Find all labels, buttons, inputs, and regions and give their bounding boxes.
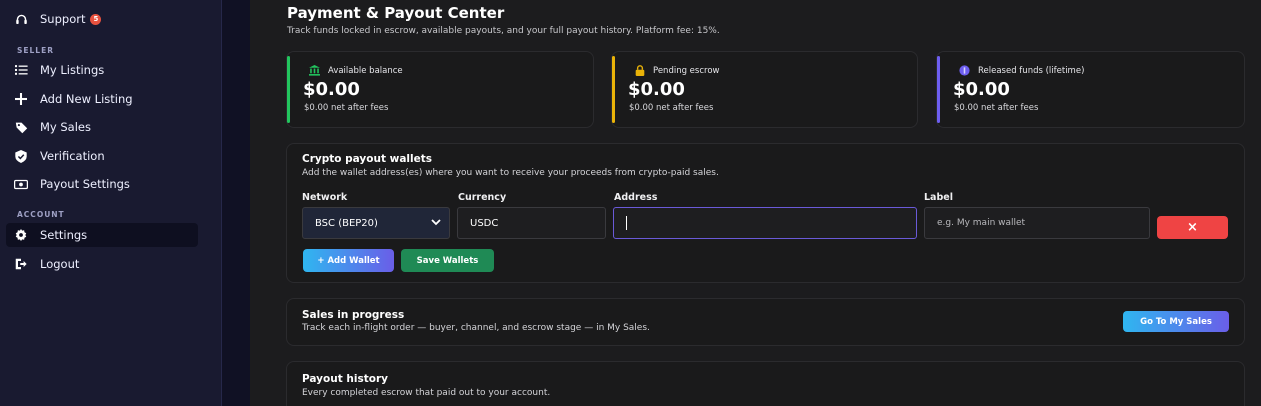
sidebar-gutter (222, 0, 250, 406)
label-placeholder: e.g. My main wallet (937, 218, 1026, 228)
currency-field[interactable]: USDC (457, 207, 606, 239)
stat-card-released-funds: Released funds (lifetime) $0.00 $0.00 ne… (936, 51, 1245, 128)
sidebar-item-label: Verification (40, 149, 105, 163)
history-title: Payout history (302, 373, 388, 385)
logout-icon (14, 257, 28, 271)
stat-label-text: Released funds (lifetime) (978, 65, 1085, 76)
sidebar-item-verification[interactable]: Verification (6, 144, 198, 168)
text-caret (626, 216, 627, 230)
label-input[interactable]: e.g. My main wallet (924, 207, 1150, 239)
sidebar-item-settings[interactable]: Settings (6, 223, 198, 247)
notification-badge: 5 (90, 13, 102, 25)
sidebar-item-label: Add New Listing (40, 92, 133, 106)
currency-label: Currency (458, 192, 507, 203)
network-select[interactable]: BSC (BEP20) (302, 207, 450, 239)
sidebar-item-logout[interactable]: Logout (6, 252, 198, 276)
bank-icon (309, 65, 320, 76)
sidebar-item-add-new-listing[interactable]: Add New Listing (6, 87, 198, 111)
go-to-my-sales-button[interactable]: Go To My Sales (1123, 311, 1229, 332)
stat-net: $0.00 net after fees (629, 103, 714, 113)
sidebar-item-label: My Sales (40, 120, 91, 134)
stat-label: Released funds (lifetime) (959, 65, 1084, 76)
list-icon (14, 63, 28, 77)
stat-card-available-balance: Available balance $0.00 $0.00 net after … (286, 51, 594, 128)
plus-icon (14, 92, 28, 106)
wallets-subtitle: Add the wallet address(es) where you wan… (302, 168, 719, 178)
stat-net: $0.00 net after fees (954, 103, 1039, 113)
sidebar-section-seller: SELLER (17, 46, 54, 55)
address-label: Address (614, 192, 658, 203)
sidebar-item-label: Payout Settings (40, 177, 130, 191)
chevron-down-icon (431, 218, 441, 229)
coin-icon (959, 65, 970, 76)
page-title: Payment & Payout Center (287, 4, 505, 22)
sidebar-item-my-sales[interactable]: My Sales (6, 115, 198, 139)
card-accent-bar (612, 56, 615, 123)
page-subtitle: Track funds locked in escrow, available … (287, 26, 720, 36)
save-wallets-button[interactable]: Save Wallets (401, 249, 494, 272)
stat-value: $0.00 (953, 79, 1010, 100)
stat-net: $0.00 net after fees (304, 103, 389, 113)
stat-label-text: Pending escrow (653, 65, 720, 76)
card-accent-bar (287, 56, 290, 123)
label-label: Label (924, 192, 953, 203)
payout-history-card (286, 361, 1245, 406)
add-wallet-button[interactable]: + Add Wallet (303, 249, 394, 272)
sales-title: Sales in progress (302, 309, 405, 321)
sidebar-item-label: Support (40, 12, 86, 26)
stat-label: Pending escrow (634, 65, 719, 76)
sidebar-item-label: My Listings (40, 63, 105, 77)
money-icon (14, 177, 28, 191)
sales-in-progress-card (286, 298, 1245, 346)
sidebar-item-payout-settings[interactable]: Payout Settings (6, 172, 198, 196)
stat-value: $0.00 (628, 79, 685, 100)
sidebar: Support 5 SELLER My Listings Add New Lis… (0, 0, 222, 406)
lock-icon (634, 65, 645, 76)
gear-icon (14, 228, 28, 242)
stat-card-pending-escrow: Pending escrow $0.00 $0.00 net after fee… (611, 51, 918, 128)
network-label: Network (302, 192, 348, 203)
tag-icon (14, 120, 28, 134)
card-accent-bar (937, 56, 940, 123)
sidebar-item-label: Settings (40, 228, 88, 242)
remove-wallet-button[interactable]: × (1157, 216, 1228, 239)
stat-value: $0.00 (303, 79, 360, 100)
stat-label: Available balance (309, 65, 403, 76)
stat-label-text: Available balance (328, 65, 403, 76)
network-select-value: BSC (BEP20) (315, 217, 378, 229)
headset-icon (14, 12, 28, 26)
sidebar-item-support[interactable]: Support 5 (6, 7, 198, 31)
currency-value: USDC (470, 217, 499, 229)
shield-check-icon (14, 149, 28, 163)
close-icon: × (1187, 220, 1198, 235)
sidebar-item-my-listings[interactable]: My Listings (6, 58, 198, 82)
main-content: Payment & Payout Center Track funds lock… (250, 0, 1261, 406)
sales-subtitle: Track each in-flight order — buyer, chan… (302, 323, 650, 333)
sidebar-item-label: Logout (40, 257, 80, 271)
sidebar-section-account: ACCOUNT (17, 210, 65, 219)
wallets-title: Crypto payout wallets (302, 153, 432, 165)
history-subtitle: Every completed escrow that paid out to … (302, 388, 551, 398)
address-input[interactable] (613, 207, 917, 239)
